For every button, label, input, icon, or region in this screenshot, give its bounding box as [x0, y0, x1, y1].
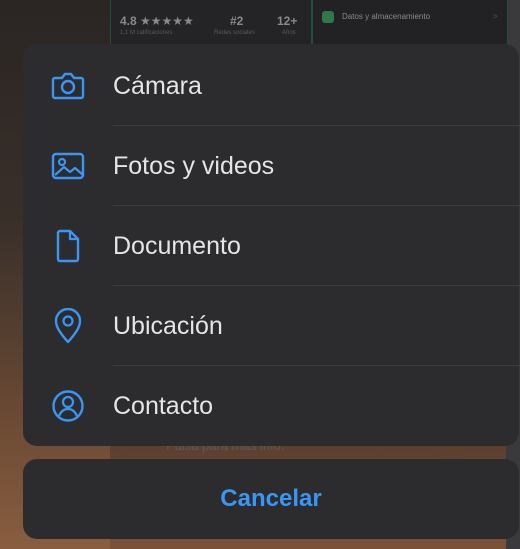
storage-icon [322, 11, 334, 23]
background-rank-sub: Redes sociales [214, 30, 255, 36]
option-document[interactable]: Documento [23, 206, 519, 286]
document-icon [50, 228, 86, 264]
background-age-sub: Años [282, 30, 296, 36]
background-storage-label: Datos y almacenamiento [342, 12, 431, 21]
attachment-action-sheet: Cámara Fotos y videos Documento Ubicació… [23, 44, 519, 446]
location-icon [50, 308, 86, 344]
option-contact[interactable]: Contacto [23, 366, 519, 446]
option-label-document: Documento [113, 232, 241, 260]
contact-icon [50, 388, 86, 424]
background-age: 12+ [277, 14, 298, 28]
cancel-label: Cancelar [220, 485, 322, 512]
background-rating: 4.8 ★★★★★ [120, 14, 194, 28]
background-rank: #2 [230, 14, 244, 28]
photo-icon [50, 148, 86, 184]
option-label-photos-videos: Fotos y videos [113, 152, 275, 180]
cancel-button[interactable]: Cancelar [23, 459, 519, 539]
background-settings-card [312, 0, 508, 48]
option-location[interactable]: Ubicación [23, 286, 519, 366]
background-rating-sub: 1,1 M calificaciones [120, 30, 173, 36]
option-label-camera: Cámara [113, 72, 202, 100]
option-label-contact: Contacto [113, 392, 214, 420]
option-camera[interactable]: Cámara [23, 46, 519, 126]
option-label-location: Ubicación [113, 312, 223, 340]
camera-icon [50, 68, 86, 104]
chevron-right-icon: > [493, 12, 498, 21]
option-photos-videos[interactable]: Fotos y videos [23, 126, 519, 206]
